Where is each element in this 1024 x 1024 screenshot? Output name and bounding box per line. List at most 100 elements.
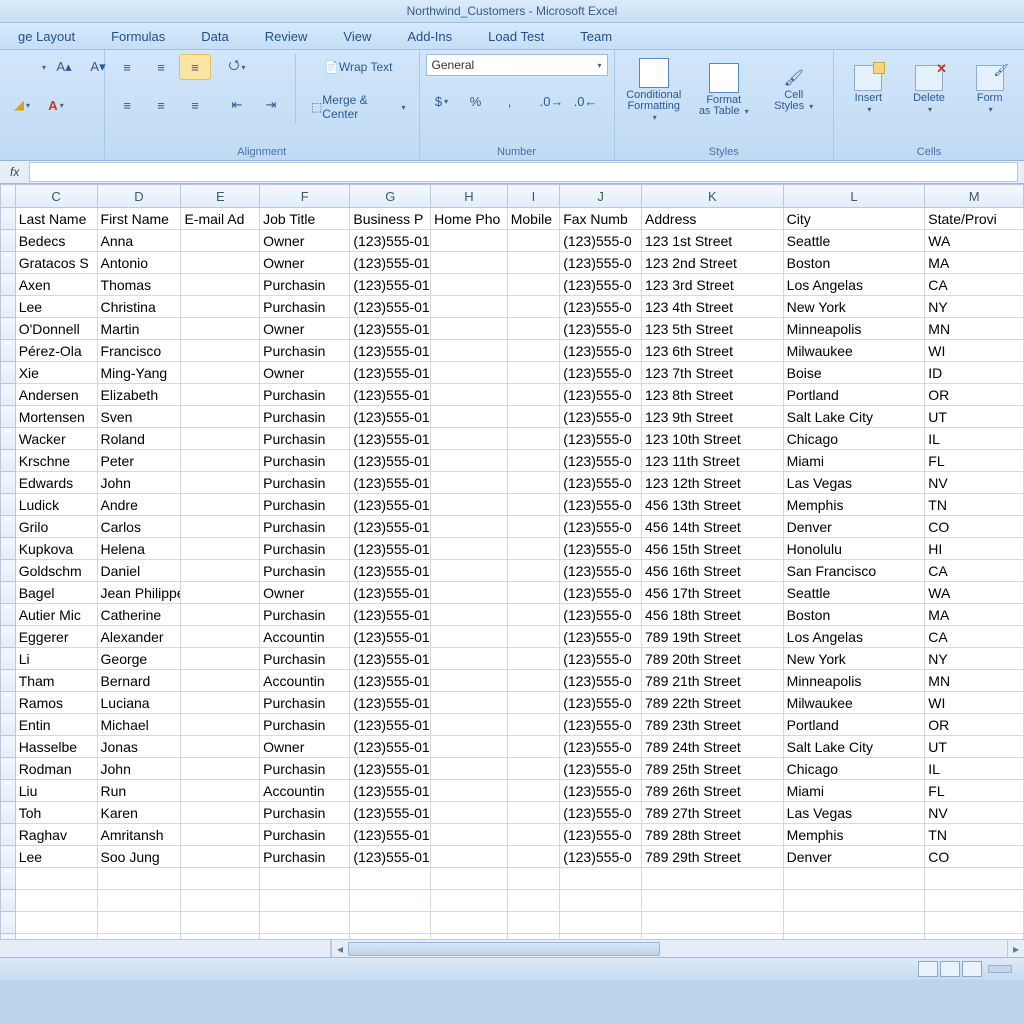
- table-row[interactable]: AndersenElizabethPurchasin(123)555-0100(…: [1, 384, 1024, 406]
- cell[interactable]: Ludick: [15, 494, 97, 516]
- table-row[interactable]: [1, 912, 1024, 934]
- cell[interactable]: Business P: [350, 208, 431, 230]
- cell[interactable]: Helena: [97, 538, 181, 560]
- cell[interactable]: [431, 318, 508, 340]
- cell[interactable]: Purchasin: [260, 384, 350, 406]
- cell[interactable]: (123)555-0100: [350, 516, 431, 538]
- cell[interactable]: 123 10th Street: [642, 428, 784, 450]
- cell[interactable]: [431, 714, 508, 736]
- align-right-button[interactable]: ≡: [179, 92, 211, 118]
- cell[interactable]: Goldschm: [15, 560, 97, 582]
- table-row[interactable]: EntinMichaelPurchasin(123)555-0100(123)5…: [1, 714, 1024, 736]
- row-header[interactable]: [1, 318, 16, 340]
- cell[interactable]: Bagel: [15, 582, 97, 604]
- cell[interactable]: [181, 428, 260, 450]
- ribbon-tab[interactable]: Data: [183, 25, 246, 48]
- cell[interactable]: (123)555-0: [560, 736, 642, 758]
- cell[interactable]: [560, 912, 642, 934]
- cell[interactable]: Seattle: [783, 582, 925, 604]
- cell[interactable]: (123)555-0: [560, 494, 642, 516]
- cell[interactable]: [431, 362, 508, 384]
- cell[interactable]: [507, 318, 559, 340]
- table-row[interactable]: LudickAndrePurchasin(123)555-0100(123)55…: [1, 494, 1024, 516]
- insert-button[interactable]: Insert▾: [840, 54, 897, 126]
- cell[interactable]: [431, 538, 508, 560]
- align-top-button[interactable]: ≡: [111, 54, 143, 80]
- cell[interactable]: (123)555-0100: [350, 560, 431, 582]
- cell[interactable]: [925, 868, 1024, 890]
- cell[interactable]: Honolulu: [783, 538, 925, 560]
- column-header[interactable]: M: [925, 185, 1024, 208]
- cell[interactable]: [181, 252, 260, 274]
- cell[interactable]: (123)555-0: [560, 230, 642, 252]
- cell[interactable]: Purchasin: [260, 802, 350, 824]
- cell[interactable]: TN: [925, 494, 1024, 516]
- cell[interactable]: Pérez-Ola: [15, 340, 97, 362]
- cell[interactable]: [181, 274, 260, 296]
- cell[interactable]: Home Pho: [431, 208, 508, 230]
- cell[interactable]: Li: [15, 648, 97, 670]
- cell[interactable]: Minneapolis: [783, 670, 925, 692]
- table-row[interactable]: XieMing-YangOwner(123)555-0100(123)555-0…: [1, 362, 1024, 384]
- cell[interactable]: Accountin: [260, 626, 350, 648]
- cell[interactable]: [350, 912, 431, 934]
- table-row[interactable]: AxenThomasPurchasin(123)555-0100(123)555…: [1, 274, 1024, 296]
- cell[interactable]: WA: [925, 582, 1024, 604]
- cell[interactable]: Raghav: [15, 824, 97, 846]
- comma-format-button[interactable]: ,: [494, 88, 526, 114]
- orientation-button[interactable]: ⭯▾: [221, 54, 253, 80]
- row-header[interactable]: [1, 714, 16, 736]
- cell[interactable]: Los Angelas: [783, 626, 925, 648]
- align-center-button[interactable]: ≡: [145, 92, 177, 118]
- cell[interactable]: Peter: [97, 450, 181, 472]
- cell[interactable]: 789 29th Street: [642, 846, 784, 868]
- cell[interactable]: Toh: [15, 802, 97, 824]
- table-row[interactable]: LiGeorgePurchasin(123)555-0100(123)555-0…: [1, 648, 1024, 670]
- cell[interactable]: Purchasin: [260, 538, 350, 560]
- table-row[interactable]: BedecsAnnaOwner(123)555-0100(123)555-012…: [1, 230, 1024, 252]
- cell[interactable]: 456 14th Street: [642, 516, 784, 538]
- row-header[interactable]: [1, 472, 16, 494]
- cell[interactable]: (123)555-0100: [350, 736, 431, 758]
- table-row[interactable]: LiuRunAccountin(123)555-0100(123)555-078…: [1, 780, 1024, 802]
- ribbon-tab[interactable]: View: [325, 25, 389, 48]
- percent-format-button[interactable]: %: [460, 88, 492, 114]
- table-row[interactable]: EdwardsJohnPurchasin(123)555-0100(123)55…: [1, 472, 1024, 494]
- cell[interactable]: [507, 648, 559, 670]
- cell[interactable]: [431, 274, 508, 296]
- cell[interactable]: NY: [925, 648, 1024, 670]
- cell[interactable]: Krschne: [15, 450, 97, 472]
- cell[interactable]: [181, 626, 260, 648]
- cell[interactable]: Owner: [260, 582, 350, 604]
- cell[interactable]: Soo Jung: [97, 846, 181, 868]
- cell[interactable]: Purchasin: [260, 692, 350, 714]
- cell[interactable]: (123)555-0: [560, 714, 642, 736]
- row-header[interactable]: [1, 516, 16, 538]
- cell[interactable]: 123 4th Street: [642, 296, 784, 318]
- cell[interactable]: (123)555-0: [560, 604, 642, 626]
- row-header[interactable]: [1, 802, 16, 824]
- table-row[interactable]: MortensenSvenPurchasin(123)555-0100(123)…: [1, 406, 1024, 428]
- cell[interactable]: Miami: [783, 450, 925, 472]
- cell[interactable]: Mobile: [507, 208, 559, 230]
- cell[interactable]: [507, 626, 559, 648]
- cell[interactable]: Amritansh: [97, 824, 181, 846]
- cell[interactable]: CA: [925, 626, 1024, 648]
- cell[interactable]: Last Name: [15, 208, 97, 230]
- cell[interactable]: Antonio: [97, 252, 181, 274]
- cell[interactable]: (123)555-0100: [350, 362, 431, 384]
- cell[interactable]: [431, 824, 508, 846]
- cell[interactable]: [181, 912, 260, 934]
- format-button[interactable]: Form▾: [961, 54, 1018, 126]
- cell[interactable]: 123 7th Street: [642, 362, 784, 384]
- ribbon-tab[interactable]: Team: [562, 25, 630, 48]
- cell[interactable]: NV: [925, 802, 1024, 824]
- row-header[interactable]: [1, 450, 16, 472]
- table-row[interactable]: TohKarenPurchasin(123)555-0100(123)555-0…: [1, 802, 1024, 824]
- row-header[interactable]: [1, 736, 16, 758]
- cell[interactable]: Memphis: [783, 494, 925, 516]
- row-header[interactable]: [1, 692, 16, 714]
- cell[interactable]: Fax Numb: [560, 208, 642, 230]
- cell[interactable]: Edwards: [15, 472, 97, 494]
- cell[interactable]: New York: [783, 648, 925, 670]
